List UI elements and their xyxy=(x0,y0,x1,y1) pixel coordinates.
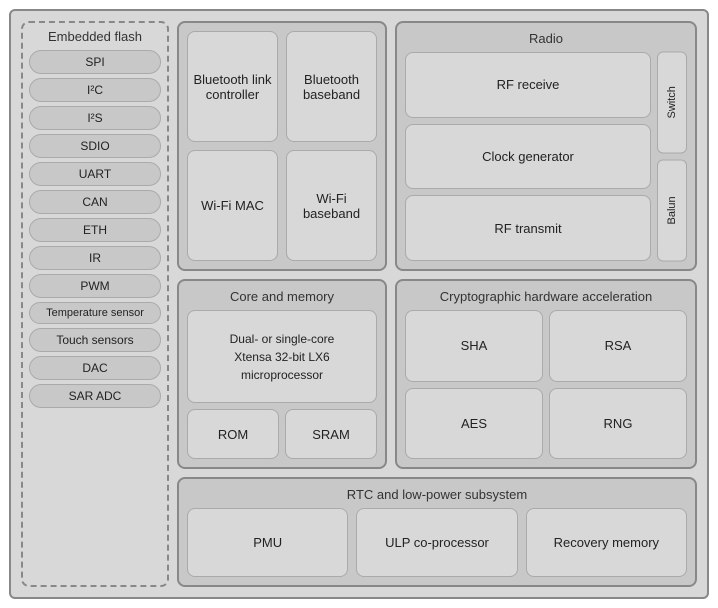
rtc-row: PMU ULP co-processor Recovery memory xyxy=(187,508,687,577)
pill-dac: DAC xyxy=(29,356,161,380)
processor-block: Dual- or single-core Xtensa 32-bit LX6 m… xyxy=(187,310,377,403)
balun-block: Balun xyxy=(657,160,687,262)
wifi-baseband-block: Wi-Fi baseband xyxy=(286,150,377,261)
radio-main: RF receive Clock generator RF transmit xyxy=(405,52,651,261)
switch-block: Switch xyxy=(657,52,687,154)
aes-block: AES xyxy=(405,388,543,460)
bluetooth-controller-block: Bluetooth link controller xyxy=(187,31,278,142)
diagram: Embedded flash SPI I²C I²S SDIO UART CAN… xyxy=(9,9,709,599)
pill-saradc: SAR ADC xyxy=(29,384,161,408)
rtc-section: RTC and low-power subsystem PMU ULP co-p… xyxy=(177,477,697,587)
mid-section: Core and memory Dual- or single-core Xte… xyxy=(177,279,697,469)
ulp-block: ULP co-processor xyxy=(356,508,517,577)
embedded-flash-title: Embedded flash xyxy=(29,29,161,44)
embedded-flash-section: Embedded flash SPI I²C I²S SDIO UART CAN… xyxy=(21,21,169,587)
crypto-title: Cryptographic hardware acceleration xyxy=(405,289,687,304)
top-section: Bluetooth link controller Bluetooth base… xyxy=(177,21,697,271)
core-title: Core and memory xyxy=(187,289,377,304)
radio-side: Switch Balun xyxy=(657,52,687,261)
pill-ir: IR xyxy=(29,246,161,270)
pill-pwm: PWM xyxy=(29,274,161,298)
pill-can: CAN xyxy=(29,190,161,214)
radio-inner: RF receive Clock generator RF transmit S… xyxy=(405,52,687,261)
pill-temp: Temperature sensor xyxy=(29,302,161,324)
crypto-section: Cryptographic hardware acceleration SHA … xyxy=(395,279,697,469)
bluetooth-baseband-block: Bluetooth baseband xyxy=(286,31,377,142)
rng-block: RNG xyxy=(549,388,687,460)
pill-i2c: I²C xyxy=(29,78,161,102)
rtc-title: RTC and low-power subsystem xyxy=(187,487,687,502)
bt-row-top: Bluetooth link controller Bluetooth base… xyxy=(187,31,377,142)
recovery-block: Recovery memory xyxy=(526,508,687,577)
sram-block: SRAM xyxy=(285,409,377,459)
sha-block: SHA xyxy=(405,310,543,382)
pill-eth: ETH xyxy=(29,218,161,242)
rf-transmit-block: RF transmit xyxy=(405,195,651,261)
radio-section: Radio RF receive Clock generator RF tran… xyxy=(395,21,697,271)
pmu-block: PMU xyxy=(187,508,348,577)
rom-block: ROM xyxy=(187,409,279,459)
pill-uart: UART xyxy=(29,162,161,186)
wifi-mac-block: Wi-Fi MAC xyxy=(187,150,278,261)
core-section: Core and memory Dual- or single-core Xte… xyxy=(177,279,387,469)
crypto-grid: SHA RSA AES RNG xyxy=(405,310,687,459)
rsa-block: RSA xyxy=(549,310,687,382)
core-bottom: ROM SRAM xyxy=(187,409,377,459)
radio-title: Radio xyxy=(405,31,687,46)
right-area: Bluetooth link controller Bluetooth base… xyxy=(177,21,697,587)
pill-touch: Touch sensors xyxy=(29,328,161,352)
pill-i2s: I²S xyxy=(29,106,161,130)
bt-wifi-section: Bluetooth link controller Bluetooth base… xyxy=(177,21,387,271)
pill-spi: SPI xyxy=(29,50,161,74)
bt-row-bottom: Wi-Fi MAC Wi-Fi baseband xyxy=(187,150,377,261)
rf-receive-block: RF receive xyxy=(405,52,651,118)
clock-generator-block: Clock generator xyxy=(405,124,651,190)
pill-sdio: SDIO xyxy=(29,134,161,158)
